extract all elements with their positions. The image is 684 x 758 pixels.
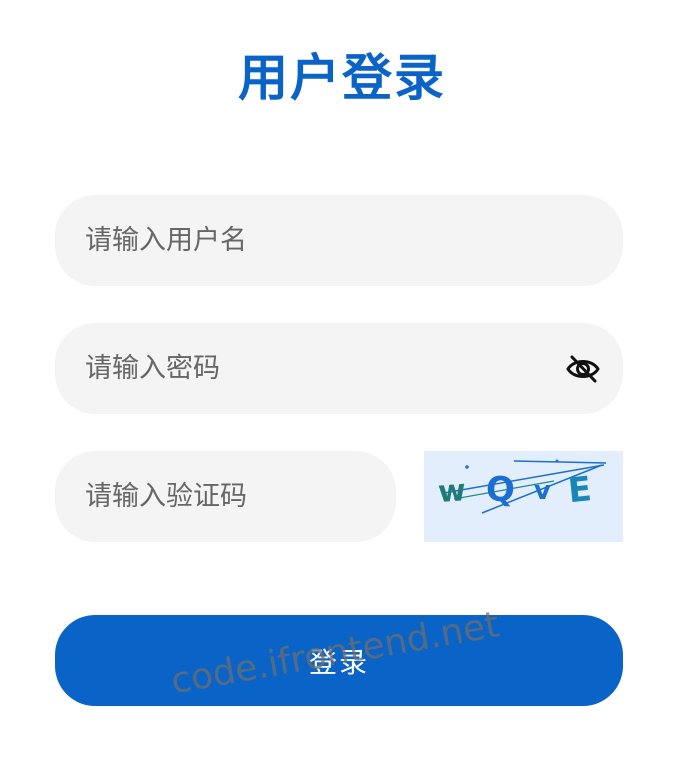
password-input[interactable]	[85, 323, 565, 414]
username-field	[55, 195, 623, 286]
username-input[interactable]	[85, 195, 603, 286]
login-page: 用户登录 w Q v E 登录 code.ifr	[0, 0, 684, 758]
captcha-char: v	[534, 476, 551, 506]
captcha-image[interactable]: w Q v E	[424, 451, 623, 542]
login-button[interactable]: 登录	[55, 615, 623, 706]
page-title: 用户登录	[238, 49, 446, 107]
captcha-field	[55, 451, 396, 542]
eye-off-icon[interactable]	[565, 351, 601, 387]
captcha-input[interactable]	[85, 451, 376, 542]
captcha-char: Q	[485, 469, 516, 510]
captcha-char: w	[437, 473, 467, 510]
password-field	[55, 323, 623, 414]
captcha-char: E	[566, 469, 593, 511]
